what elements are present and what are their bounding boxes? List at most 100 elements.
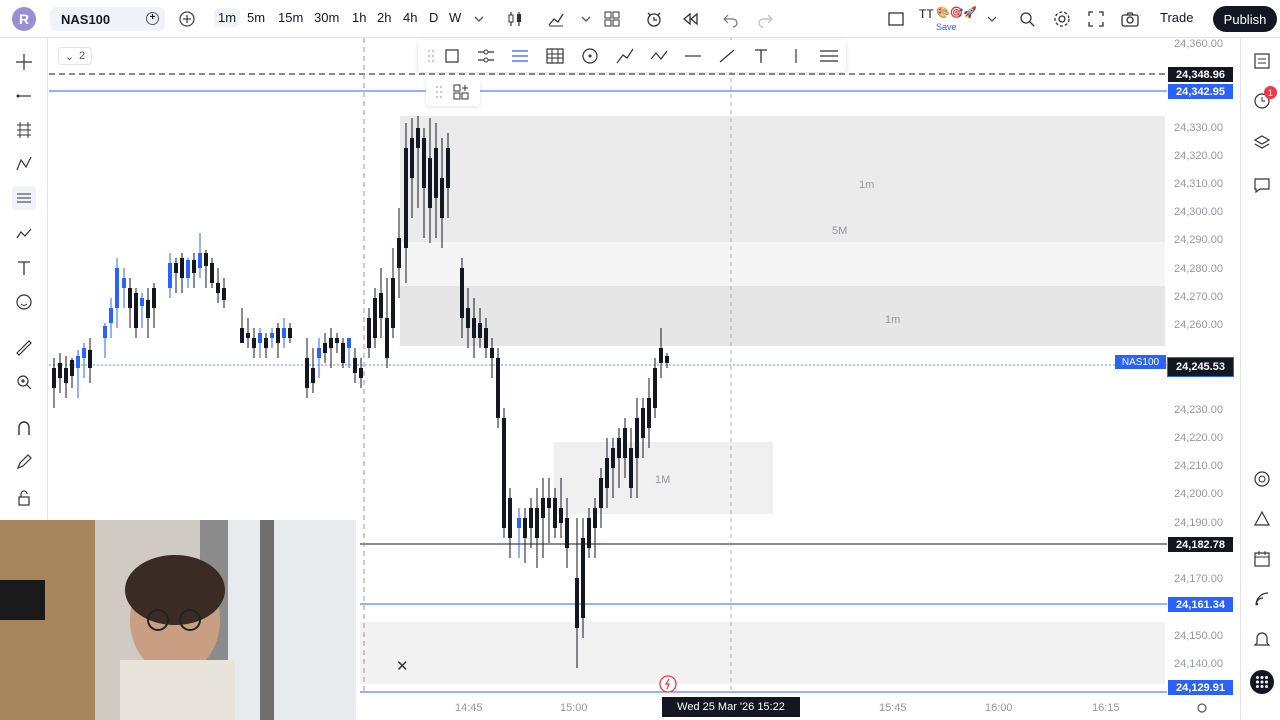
add-object-icon[interactable] xyxy=(450,82,472,102)
parallel-channel-icon[interactable] xyxy=(509,46,531,66)
menu-icon[interactable] xyxy=(818,46,840,66)
candle-body xyxy=(146,300,150,318)
candle-body xyxy=(115,268,119,308)
interval-15m[interactable]: 15m xyxy=(278,10,303,25)
candle-body xyxy=(581,538,585,618)
candle-body xyxy=(647,398,651,428)
magnet-icon[interactable] xyxy=(12,416,36,440)
path-icon[interactable] xyxy=(614,46,636,66)
publish-button[interactable]: Publish xyxy=(1213,6,1277,32)
apps-icon[interactable] xyxy=(1250,670,1274,694)
trend-line-icon[interactable] xyxy=(12,84,36,108)
signal-icon[interactable] xyxy=(1251,588,1273,610)
interval-4h[interactable]: 4h xyxy=(403,10,417,25)
rectangle-icon[interactable] xyxy=(441,46,463,66)
lock-icon[interactable] xyxy=(12,486,36,510)
candle-body xyxy=(605,458,609,488)
interval-30m[interactable]: 30m xyxy=(314,10,339,25)
chat-icon[interactable] xyxy=(1251,174,1273,196)
fib-grid-icon[interactable] xyxy=(12,118,36,142)
symbol-search-button[interactable]: NAS100 + xyxy=(50,7,165,31)
candle-body xyxy=(305,358,309,388)
lock-drawing-icon[interactable] xyxy=(12,450,36,474)
chevron-down-icon[interactable] xyxy=(982,9,1002,29)
zone-label: 5M xyxy=(832,225,847,237)
price-tick: 24,320.00 xyxy=(1174,150,1223,162)
circle-icon[interactable] xyxy=(579,46,601,66)
interval-1m[interactable]: 1m xyxy=(214,8,241,27)
time-tick: 14:45 xyxy=(455,702,483,714)
candle-body xyxy=(490,348,494,358)
undo-icon[interactable] xyxy=(721,9,741,29)
candle-body xyxy=(70,360,74,376)
fullscreen-icon[interactable] xyxy=(1086,9,1106,29)
candles-icon[interactable] xyxy=(505,9,525,29)
bottom-level-price-tag[interactable]: 24,129.91 xyxy=(1168,680,1233,695)
text-icon[interactable] xyxy=(12,256,36,280)
time-axis[interactable]: 14:45 15:00 15:45 16:00 16:15 xyxy=(360,698,1240,720)
camera-snapshot-icon[interactable] xyxy=(1120,9,1140,29)
object-tree-toolbar xyxy=(426,78,480,106)
add-symbol-icon[interactable]: + xyxy=(146,12,159,25)
black-level-price-tag[interactable]: 24,182.78 xyxy=(1168,537,1233,552)
quick-search-icon[interactable] xyxy=(1017,9,1037,29)
calendar-icon[interactable] xyxy=(1251,548,1273,570)
alert-clock-icon[interactable] xyxy=(644,9,664,29)
interval-5m[interactable]: 5m xyxy=(247,10,265,25)
text-tool-icon[interactable] xyxy=(750,46,772,66)
crosshair-icon[interactable] xyxy=(12,50,36,74)
interval-d[interactable]: D xyxy=(429,10,438,25)
ray-icon[interactable] xyxy=(716,46,738,66)
save-status[interactable]: Save xyxy=(936,22,957,32)
chevron-down-icon[interactable] xyxy=(576,9,596,29)
watchlist-icon[interactable] xyxy=(1251,50,1273,72)
zoom-icon[interactable] xyxy=(12,370,36,394)
drag-handle-icon[interactable] xyxy=(428,82,450,102)
interval-collapse-button[interactable]: ⌄ 2 xyxy=(58,47,92,65)
layers-icon[interactable] xyxy=(1251,132,1273,154)
candle-body xyxy=(617,438,621,458)
templates-icon[interactable] xyxy=(602,9,622,29)
drag-handle-icon[interactable] xyxy=(420,46,442,66)
chevron-down-icon[interactable] xyxy=(469,9,489,29)
interval-1h[interactable]: 1h xyxy=(352,10,366,25)
interval-2h[interactable]: 2h xyxy=(377,10,391,25)
grid-icon[interactable] xyxy=(544,46,566,66)
brush-icon[interactable] xyxy=(12,222,36,246)
forecast-icon[interactable] xyxy=(12,186,36,210)
channel-icon[interactable] xyxy=(475,46,497,66)
ruler-icon[interactable] xyxy=(12,336,36,360)
settings-gear-icon[interactable] xyxy=(1052,9,1072,29)
blue-level-2-price-tag[interactable]: 24,161.34 xyxy=(1168,597,1233,612)
layout-name[interactable]: TT xyxy=(919,7,934,21)
candle-body xyxy=(317,348,321,358)
indicators-icon[interactable] xyxy=(546,9,566,29)
interval-w[interactable]: W xyxy=(449,10,461,25)
time-settings-icon[interactable] xyxy=(1195,701,1209,715)
dashed-level-price-tag[interactable]: 24,348.96 xyxy=(1168,67,1233,82)
layout-icon[interactable] xyxy=(886,9,906,29)
replay-icon[interactable] xyxy=(680,9,700,29)
close-icon[interactable]: ✕ xyxy=(396,659,410,674)
current-price-tag[interactable]: 24,245.53 xyxy=(1167,357,1234,377)
redo-icon[interactable] xyxy=(755,9,775,29)
candle-body xyxy=(152,288,156,308)
pattern-icon[interactable] xyxy=(12,152,36,176)
zigzag-icon[interactable] xyxy=(648,46,670,66)
triangle-icon[interactable] xyxy=(1251,508,1273,530)
bell-icon[interactable] xyxy=(1251,628,1273,650)
candle-body xyxy=(440,178,444,218)
trade-button[interactable]: Trade xyxy=(1160,10,1193,25)
candle-body xyxy=(276,328,280,343)
candle-body xyxy=(210,263,214,283)
candle-body xyxy=(593,508,597,528)
candle-body xyxy=(379,293,383,318)
emoji-icon[interactable] xyxy=(12,290,36,314)
target-icon[interactable] xyxy=(1251,468,1273,490)
horizontal-line-icon[interactable] xyxy=(682,46,704,66)
app-logo[interactable]: R xyxy=(12,7,36,31)
trading-app: R NAS100 + 1m 5m 15m 30m 1h 2h 4h D W TT… xyxy=(0,0,1280,720)
vertical-line-icon[interactable] xyxy=(785,46,807,66)
blue-level-price-tag[interactable]: 24,342.95 xyxy=(1168,84,1233,99)
compare-add-icon[interactable] xyxy=(177,9,197,29)
